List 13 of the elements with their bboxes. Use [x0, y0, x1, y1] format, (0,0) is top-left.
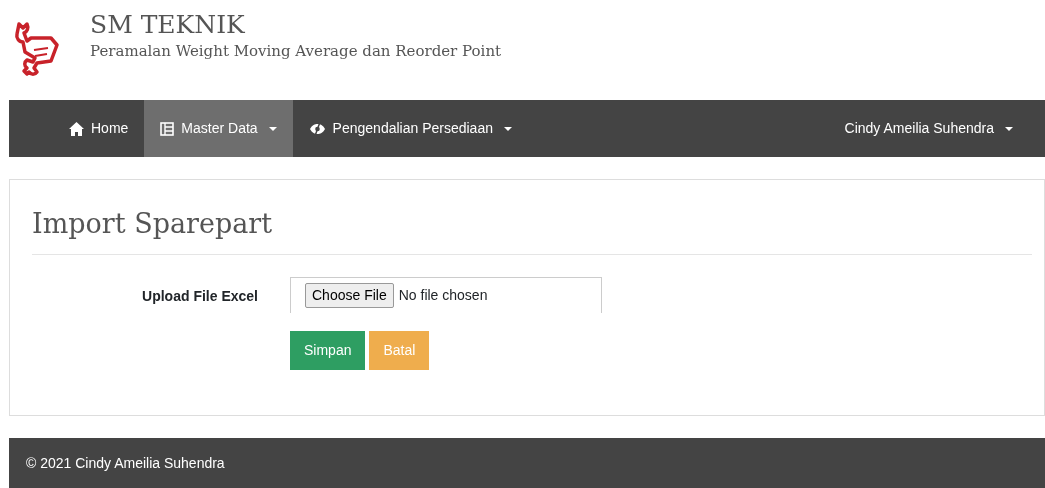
field-label: Upload File Excel [141, 287, 259, 307]
site-title: SM TEKNIK [90, 10, 246, 40]
user-menu[interactable]: Cindy Ameilia Suhendra [828, 100, 1029, 157]
home-icon [69, 121, 84, 136]
eye-icon [308, 121, 326, 136]
table-icon [160, 121, 175, 136]
nav-item[interactable]: Home [53, 100, 145, 157]
nav-item[interactable]: Master Data [144, 100, 293, 157]
file-upload-field[interactable]: Choose File No file chosen [290, 277, 602, 314]
site-subtitle: Peramalan Weight Moving Average dan Reorder Point [90, 41, 502, 62]
nav-item[interactable]: Pengendalian Persediaan [292, 100, 528, 157]
page-title: Import Sparepart [32, 180, 1032, 256]
footer-text: © 2021 Cindy Ameilia Suhendra [26, 453, 225, 473]
